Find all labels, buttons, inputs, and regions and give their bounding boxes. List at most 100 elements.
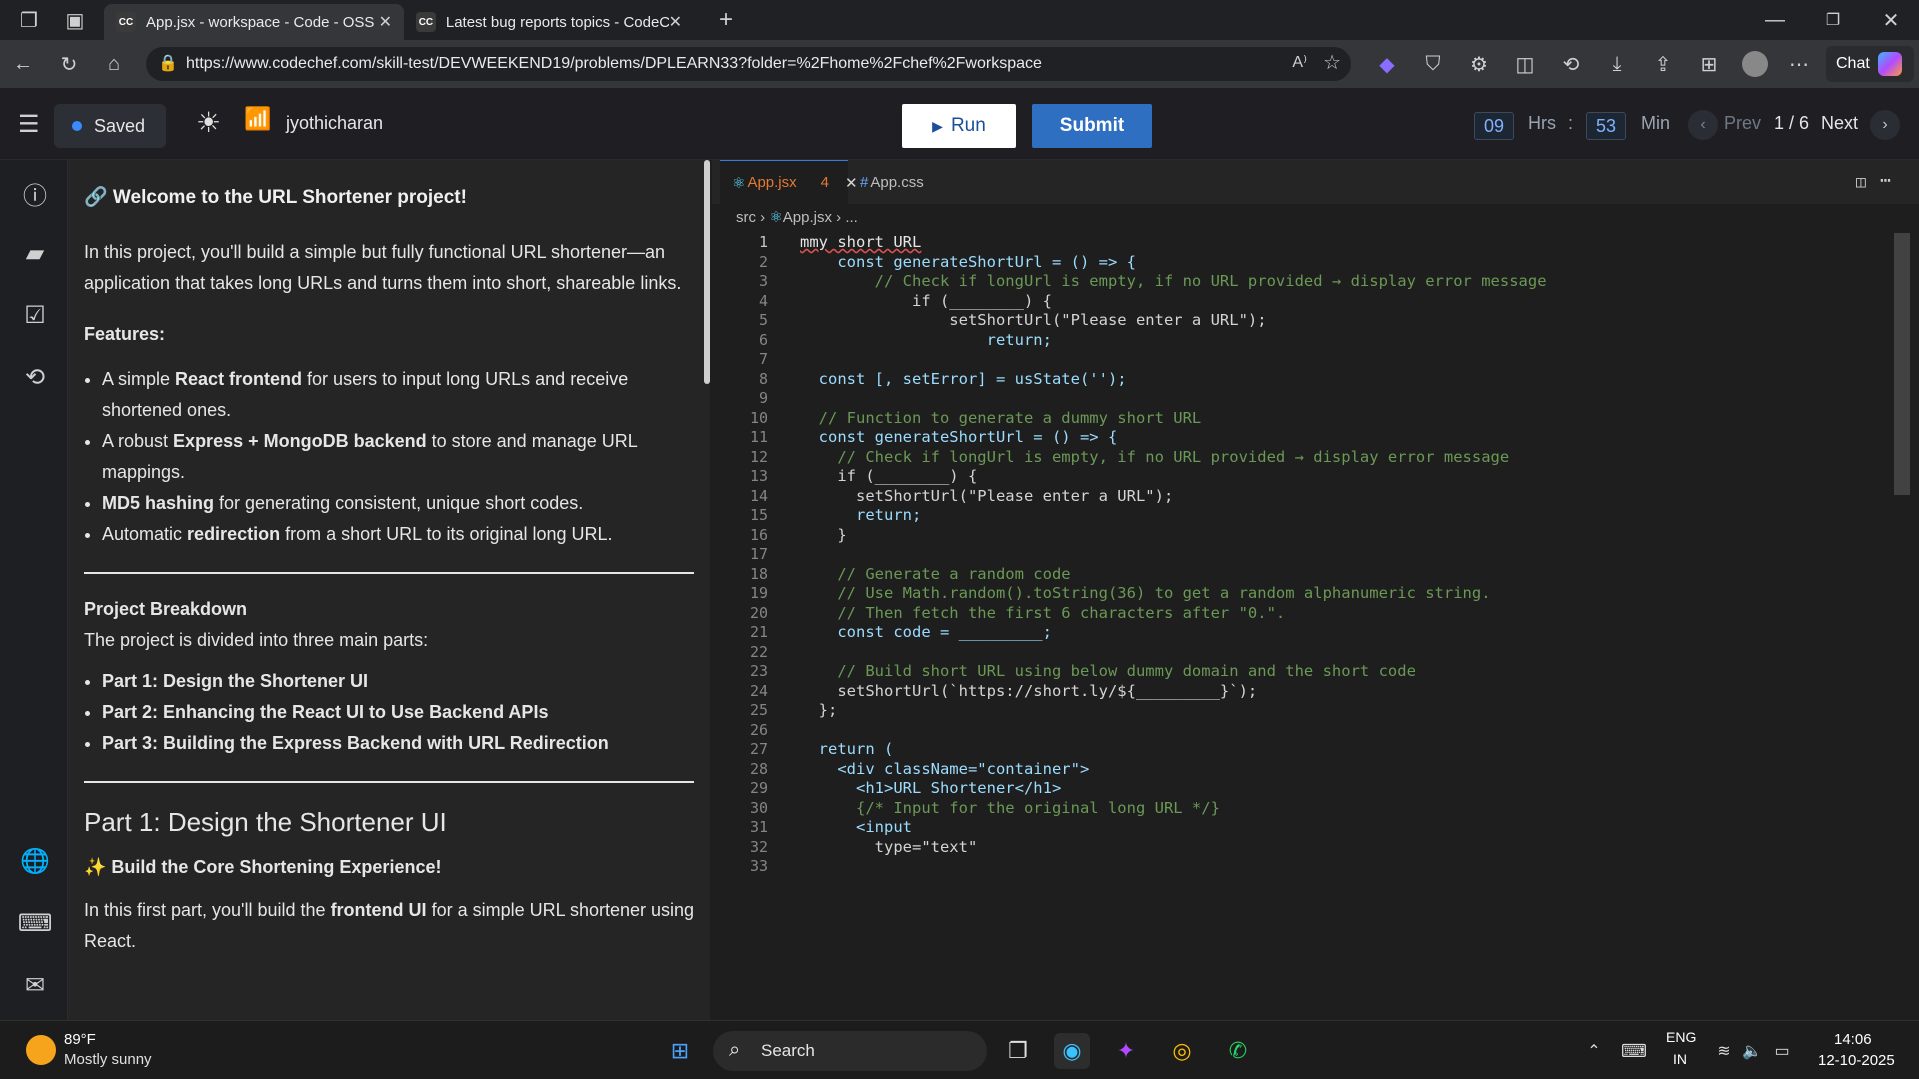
line-number: 18 <box>749 564 768 583</box>
hours-value: 09 <box>1474 112 1514 140</box>
search-icon: ⌕ <box>729 1039 741 1061</box>
taskbar-search[interactable]: ⌕ Search <box>713 1031 987 1071</box>
breadcrumb-src[interactable]: src <box>736 209 756 226</box>
next-chevron-icon[interactable]: › <box>1870 110 1900 140</box>
shield-icon[interactable]: ⛉ <box>1420 51 1446 77</box>
workspaces-icon[interactable]: ❐ <box>16 7 42 33</box>
line-number: 6 <box>758 330 768 349</box>
problem-count-badge: 4 <box>820 174 829 191</box>
close-icon[interactable]: ✕ <box>669 12 682 32</box>
editor-scrollbar[interactable] <box>1894 233 1910 495</box>
chrome-icon[interactable]: ◎ <box>1164 1033 1200 1069</box>
url-field[interactable]: 🔒 https://www.codechef.com/skill-test/DE… <box>146 47 1351 81</box>
windows-start-icon[interactable]: ⊞ <box>662 1033 698 1069</box>
more-icon[interactable]: ⋯ <box>1786 51 1812 77</box>
username: jyothicharan <box>286 113 384 133</box>
problem-info-icon[interactable]: ⓘ <box>20 178 50 210</box>
new-tab-icon[interactable]: + <box>713 6 739 33</box>
problem-scrollbar[interactable] <box>704 160 710 384</box>
extensions-icon[interactable]: ⚙ <box>1466 51 1492 77</box>
app-header: ☰ Saved ☀ 📶 jyothicharan ▶ Run Submit 09… <box>0 88 1919 160</box>
task-view-icon[interactable]: ❐ <box>1000 1033 1036 1069</box>
menu-icon[interactable]: ☰ <box>18 110 40 139</box>
next-button[interactable]: Next <box>1821 113 1858 134</box>
checklist-icon[interactable]: ☑ <box>20 300 50 330</box>
line-number: 1 <box>758 233 768 251</box>
submit-button[interactable]: Submit <box>1032 104 1152 148</box>
region-code[interactable]: IN <box>1673 1051 1687 1067</box>
language-code[interactable]: ENG <box>1666 1029 1696 1045</box>
breadcrumb-more[interactable]: ... <box>845 209 858 226</box>
terminal-icon[interactable]: ⌨ <box>18 908 53 938</box>
tab-app-jsx[interactable]: ⚛ App.jsx 4 ✕ <box>720 160 858 204</box>
edge-icon[interactable]: ◉ <box>1054 1033 1090 1069</box>
line-number: 7 <box>758 350 768 368</box>
editor-tabs: ⚛ App.jsx 4 ✕ # App.css ◫ ⋯ <box>712 160 1919 204</box>
minimize-icon[interactable]: — <box>1762 7 1788 33</box>
more-actions-icon[interactable]: ⋯ <box>1880 170 1891 191</box>
restore-icon[interactable]: ❐ <box>1820 7 1846 33</box>
line-number: 10 <box>749 408 768 427</box>
feedback-icon[interactable]: ✉ <box>20 970 50 1000</box>
code-line: type="text" <box>800 837 978 856</box>
code-line: const generateShortUrl = () => { <box>800 428 1118 446</box>
taskbar: 89°F Mostly sunny ⊞ ⌕ Search ❐ ◉ ✦ ◎ ✆ ⌃… <box>0 1020 1919 1079</box>
problem-intro: In this project, you'll build a simple b… <box>84 242 682 293</box>
vertical-tabs-icon[interactable]: ▣ <box>62 7 88 33</box>
close-icon[interactable]: ✕ <box>379 12 392 32</box>
window-close-icon[interactable]: ✕ <box>1878 7 1904 33</box>
home-icon[interactable]: ⌂ <box>101 51 127 77</box>
tab-bug-reports[interactable]: CC Latest bug reports topics - CodeC ✕ <box>404 4 694 40</box>
line-number: 2 <box>758 252 768 271</box>
history-icon[interactable]: ⟲ <box>1558 51 1584 77</box>
split-screen-icon[interactable]: ◫ <box>1512 51 1538 77</box>
refresh-icon[interactable]: ↻ <box>56 51 82 77</box>
tab-title: App.jsx - workspace - Code - OSS <box>146 13 375 31</box>
theme-sun-icon[interactable]: ☀ <box>196 106 221 139</box>
history-icon[interactable]: ⟲ <box>20 362 50 392</box>
copilot-icon[interactable]: ✦ <box>1108 1033 1144 1069</box>
extension-drop-icon[interactable]: ◆ <box>1374 51 1400 77</box>
profile-avatar[interactable] <box>1742 51 1768 77</box>
list-item: MD5 hashing for generating consistent, u… <box>102 488 694 519</box>
temperature: 89°F <box>64 1031 96 1048</box>
keyboard-icon[interactable]: ⌨ <box>1616 1033 1652 1069</box>
prev-button[interactable]: Prev <box>1724 113 1761 134</box>
split-editor-icon[interactable]: ◫ <box>1856 172 1866 191</box>
code-line: if (________) { <box>800 467 978 485</box>
share-icon[interactable]: ⇪ <box>1650 51 1676 77</box>
breadcrumb-file[interactable]: App.jsx <box>783 209 832 226</box>
prev-chevron-icon[interactable]: ‹ <box>1688 110 1718 140</box>
copilot-chat-button[interactable]: Chat <box>1826 46 1914 82</box>
line-number: 14 <box>749 486 768 505</box>
clock-time[interactable]: 14:06 <box>1834 1031 1872 1048</box>
tab-app-jsx[interactable]: CC App.jsx - workspace - Code - OSS ✕ <box>104 4 404 40</box>
chat-label: Chat <box>1836 55 1870 72</box>
favorite-star-icon[interactable]: ☆ <box>1323 50 1341 75</box>
back-icon[interactable]: ← <box>10 51 36 77</box>
line-number: 12 <box>749 447 768 466</box>
battery-icon[interactable]: ▭ <box>1764 1033 1800 1069</box>
line-number: 8 <box>758 369 768 388</box>
tab-app-css[interactable]: # App.css <box>848 160 968 204</box>
read-aloud-icon[interactable]: A⁾ <box>1292 52 1307 72</box>
clock-date[interactable]: 12-10-2025 <box>1818 1052 1895 1069</box>
list-item: A simple React frontend for users to inp… <box>102 364 694 426</box>
saved-label: Saved <box>94 115 146 136</box>
code-line: }; <box>800 701 838 719</box>
collections-icon[interactable]: ⊞ <box>1696 51 1722 77</box>
download-icon[interactable]: ⤓ <box>1604 51 1630 77</box>
chevron-up-icon[interactable]: ⌃ <box>1576 1033 1612 1069</box>
run-button[interactable]: ▶ Run <box>902 104 1016 148</box>
codechef-favicon: CC <box>416 12 436 32</box>
line-number: 5 <box>758 311 768 329</box>
globe-icon[interactable]: 🌐 <box>20 846 50 876</box>
whatsapp-icon[interactable]: ✆ <box>1220 1033 1256 1069</box>
code-line: if (________) { <box>800 291 1052 310</box>
code-line: const code = _________; <box>800 623 1052 641</box>
folder-icon[interactable]: ▰ <box>20 238 50 268</box>
code-line: } <box>800 525 847 544</box>
css-hash-icon: # <box>860 173 869 191</box>
list-item: Part 2: Enhancing the React UI to Use Ba… <box>102 697 694 728</box>
line-number: 32 <box>749 837 768 856</box>
